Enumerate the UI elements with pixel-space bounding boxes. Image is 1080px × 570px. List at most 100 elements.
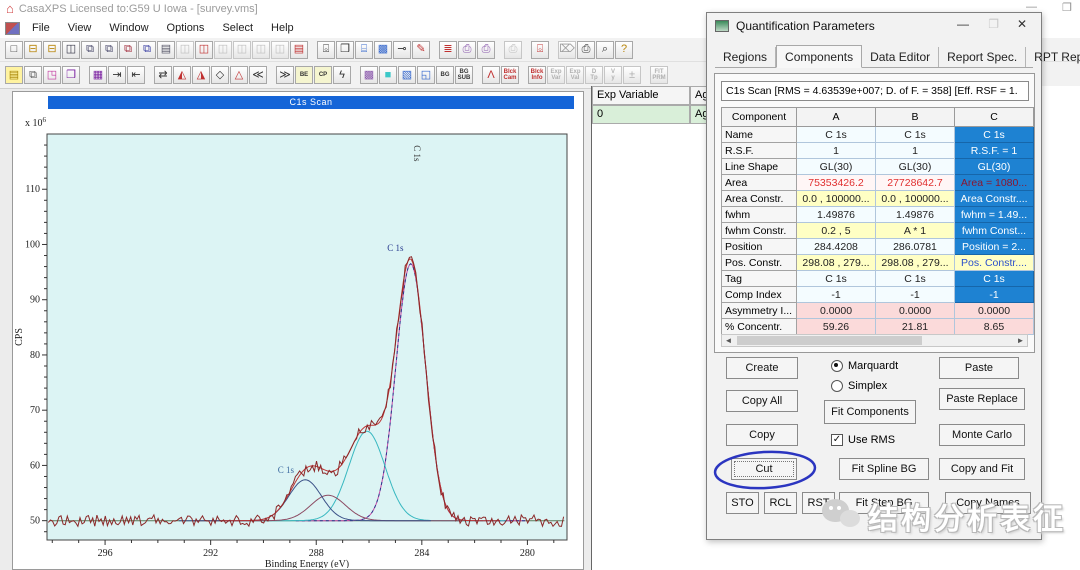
- page-up-icon[interactable]: ≪: [249, 66, 267, 84]
- param-cell[interactable]: 0.0 , 100000...: [876, 191, 955, 207]
- param-cell[interactable]: 75353426.2: [797, 175, 876, 191]
- param-cell[interactable]: fwhm Const...: [955, 223, 1034, 239]
- paste-replace-button[interactable]: Paste Replace: [939, 388, 1025, 410]
- param-cell[interactable]: C 1s: [876, 271, 955, 287]
- param-cell[interactable]: GL(30): [955, 159, 1034, 175]
- param-cell[interactable]: Area = 1080...: [955, 175, 1034, 191]
- param-cell[interactable]: -1: [797, 287, 876, 303]
- fit-spline-bg-button[interactable]: Fit Spline BG: [839, 458, 929, 480]
- param-cell[interactable]: Area Constr....: [955, 191, 1034, 207]
- param-cell[interactable]: C 1s: [955, 127, 1034, 143]
- param-cell[interactable]: 1.49876: [797, 207, 876, 223]
- scroll-left-arrow-icon[interactable]: ◄: [722, 335, 735, 346]
- menu-select[interactable]: Select: [213, 20, 262, 36]
- param-cell[interactable]: 298.08 , 279...: [797, 255, 876, 271]
- print-preview-icon[interactable]: ⌕: [596, 41, 614, 59]
- display-monitor-icon[interactable]: ⌸: [355, 41, 373, 59]
- zoom-red-1-icon[interactable]: ◭: [173, 66, 191, 84]
- menu-file[interactable]: File: [23, 20, 59, 36]
- annotate-icon[interactable]: ▤: [290, 41, 308, 59]
- param-cell[interactable]: -1: [876, 287, 955, 303]
- paste-page-icon[interactable]: ⧉: [138, 41, 156, 59]
- tab-data-editor[interactable]: Data Editor: [862, 47, 939, 67]
- background-subtract-icon[interactable]: BGSUB: [455, 66, 473, 84]
- pane-splitter[interactable]: [591, 86, 592, 570]
- create-button[interactable]: Create: [726, 357, 798, 379]
- param-cell[interactable]: 0.0000: [797, 303, 876, 319]
- scroll-right-arrow-icon[interactable]: ►: [1014, 335, 1027, 346]
- menu-window[interactable]: Window: [100, 20, 157, 36]
- copy-all-button[interactable]: Copy All: [726, 390, 798, 412]
- list-view-icon[interactable]: ≣: [439, 41, 457, 59]
- zoom-red-2-icon[interactable]: ◮: [192, 66, 210, 84]
- sto-button[interactable]: STO: [726, 492, 759, 514]
- image-display-icon[interactable]: ▩: [360, 66, 378, 84]
- param-cell[interactable]: 284.4208: [797, 239, 876, 255]
- table-edit-icon[interactable]: ◳: [43, 66, 61, 84]
- spectrum-chart[interactable]: 5060708090100110296292288284280Binding E…: [13, 110, 583, 568]
- param-cell[interactable]: 8.65: [955, 319, 1034, 335]
- column-header-b[interactable]: B: [876, 108, 955, 127]
- merge-axes-icon[interactable]: ⇄: [154, 66, 172, 84]
- main-maximize-button[interactable]: ❐: [1062, 1, 1072, 14]
- param-cell[interactable]: 286.0781: [876, 239, 955, 255]
- copy-page-icon[interactable]: ⧉: [81, 41, 99, 59]
- paste-vamas-icon[interactable]: ⧉: [119, 41, 137, 59]
- tab-regions[interactable]: Regions: [715, 47, 776, 67]
- use-rms-checkbox[interactable]: ✓ Use RMS: [831, 434, 895, 446]
- peak-add-icon[interactable]: Λ: [482, 66, 500, 84]
- zoom-up-red-icon[interactable]: △: [230, 66, 248, 84]
- exp-variable-header[interactable]: Exp Variable: [592, 86, 690, 105]
- export-image-icon[interactable]: ▩: [374, 41, 392, 59]
- pan-horizontal-icon[interactable]: ◇: [211, 66, 229, 84]
- tab-rpt-report[interactable]: RPT Report: [1026, 47, 1080, 67]
- cut-button[interactable]: Cut: [731, 458, 797, 480]
- exp-variable-value[interactable]: 0: [592, 105, 690, 124]
- rst-button[interactable]: RST: [802, 492, 835, 514]
- paste-button[interactable]: Paste: [939, 357, 1019, 379]
- save-file-icon[interactable]: ◫: [62, 41, 80, 59]
- new-window-icon[interactable]: ❒: [336, 41, 354, 59]
- param-cell[interactable]: 0.2 , 5: [797, 223, 876, 239]
- tile-title-bar[interactable]: C1s Scan: [48, 96, 574, 109]
- param-cell[interactable]: Pos. Constr....: [955, 255, 1034, 271]
- shift-right-icon[interactable]: ⇥: [108, 66, 126, 84]
- param-cell[interactable]: 1: [876, 143, 955, 159]
- param-cell[interactable]: 59.26: [797, 319, 876, 335]
- param-cell[interactable]: GL(30): [876, 159, 955, 175]
- column-header-a[interactable]: A: [797, 108, 876, 127]
- step-mode-icon[interactable]: ϟ: [333, 66, 351, 84]
- column-header-component[interactable]: Component: [722, 108, 797, 127]
- edit-pencil-icon[interactable]: ✎: [412, 41, 430, 59]
- monte-carlo-button[interactable]: Monte Carlo: [939, 424, 1025, 446]
- param-cell[interactable]: C 1s: [797, 127, 876, 143]
- tab-report-spec-[interactable]: Report Spec.: [939, 47, 1026, 67]
- table-horizontal-scrollbar[interactable]: ◄ ►: [721, 334, 1028, 347]
- black-info-icon[interactable]: BlckInfo: [528, 66, 546, 84]
- save-overwrite-icon[interactable]: ◫: [195, 41, 213, 59]
- page-tile-icon[interactable]: ▤: [5, 66, 23, 84]
- param-cell[interactable]: R.S.F. = 1: [955, 143, 1034, 159]
- help-icon[interactable]: ?: [615, 41, 633, 59]
- copy-button[interactable]: Copy: [726, 424, 798, 446]
- tab-components[interactable]: Components: [776, 45, 862, 68]
- fit-components-button[interactable]: Fit Components: [824, 400, 916, 424]
- menu-help[interactable]: Help: [262, 20, 303, 36]
- clipboard-icon[interactable]: ⌺: [317, 41, 335, 59]
- grid-purple-icon[interactable]: ▦: [89, 66, 107, 84]
- page-down-icon[interactable]: ≫: [276, 66, 294, 84]
- link-spectra-icon[interactable]: ⊸: [393, 41, 411, 59]
- param-cell[interactable]: fwhm = 1.49...: [955, 207, 1034, 223]
- print-color-1-icon[interactable]: ⎙: [458, 41, 476, 59]
- param-cell[interactable]: 0.0 , 100000...: [797, 191, 876, 207]
- page-info-icon[interactable]: ▤: [157, 41, 175, 59]
- param-cell[interactable]: 21.81: [876, 319, 955, 335]
- param-cell[interactable]: A * 1: [876, 223, 955, 239]
- print-color-2-icon[interactable]: ⎙: [477, 41, 495, 59]
- param-cell[interactable]: 1: [797, 143, 876, 159]
- simplex-radio[interactable]: Simplex: [831, 380, 887, 392]
- param-cell[interactable]: Position = 2...: [955, 239, 1034, 255]
- copy-clipboard-icon[interactable]: ⌺: [531, 41, 549, 59]
- param-cell[interactable]: -1: [955, 287, 1034, 303]
- rcl-button[interactable]: RCL: [764, 492, 797, 514]
